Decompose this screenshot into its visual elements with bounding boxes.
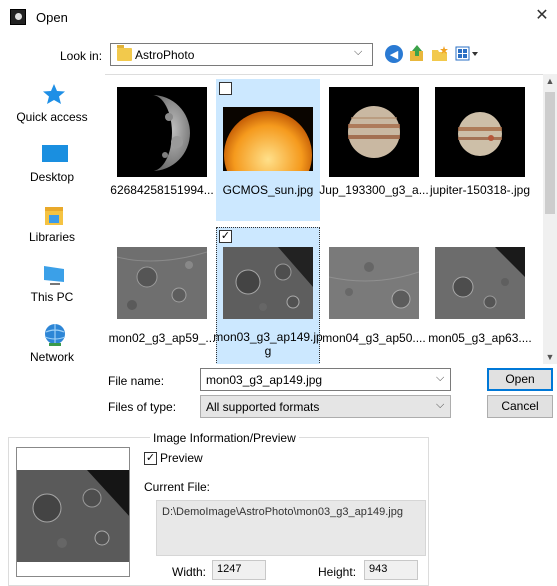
file-type-dropdown[interactable]: All supported formats ⌵ [200, 395, 451, 418]
file-tile[interactable]: mon05_g3_ap63.... [428, 227, 532, 364]
look-in-label: Look in: [60, 49, 103, 63]
window-title: Open [36, 10, 68, 25]
file-name: mon02_g3_ap59_... [108, 331, 216, 345]
cancel-button[interactable]: Cancel [487, 395, 553, 418]
file-thumbnail [223, 107, 313, 171]
current-file-box: D:\DemoImage\AstroPhoto\mon03_g3_ap149.j… [156, 500, 426, 556]
sidebar-item-label: This PC [30, 290, 74, 304]
sidebar-item-desktop[interactable]: Desktop [8, 137, 96, 197]
sidebar-item-label: Quick access [16, 110, 88, 124]
up-folder-icon[interactable] [408, 44, 426, 64]
title-bar: Open ✕ [0, 0, 557, 34]
file-name: jupiter-150318-.jpg [429, 183, 531, 197]
chevron-down-icon[interactable]: ⌵ [354, 46, 362, 59]
file-checkbox[interactable] [219, 82, 232, 95]
width-value: 1247 [212, 560, 266, 580]
file-tile[interactable]: mon02_g3_ap59_... [109, 227, 215, 364]
file-thumbnail [117, 247, 207, 319]
libraries-icon [42, 203, 66, 225]
new-folder-icon[interactable] [431, 45, 449, 63]
preview-checkbox[interactable]: ✓ [144, 452, 157, 465]
file-type-label: Files of type: [108, 400, 177, 414]
back-icon[interactable]: ◀ [385, 45, 403, 63]
look-in-value: AstroPhoto [135, 48, 195, 62]
file-thumbnail [435, 87, 525, 177]
image-info-legend: Image Information/Preview [150, 431, 299, 445]
sidebar-item-libraries[interactable]: Libraries [8, 197, 96, 257]
file-name: Jup_193300_g3_a... [319, 183, 429, 197]
sidebar-item-label: Desktop [29, 170, 75, 184]
look-in-dropdown[interactable]: AstroPhoto ⌵ [110, 43, 373, 66]
chevron-down-icon[interactable]: ⌵ [436, 399, 444, 412]
sidebar-item-this-pc[interactable]: This PC [8, 257, 96, 317]
file-checkbox-checked[interactable]: ✓ [219, 230, 232, 243]
file-name-label: File name: [108, 374, 165, 388]
file-tile[interactable]: Jup_193300_g3_a... [319, 79, 429, 221]
file-type-value: All supported formats [206, 400, 320, 414]
width-label: Width: [172, 565, 207, 579]
file-thumbnail [223, 247, 313, 319]
file-thumbnail [329, 247, 419, 319]
preview-label: Preview [160, 451, 203, 465]
preview-image [16, 447, 130, 577]
vertical-scrollbar[interactable]: ▲ ▼ [543, 74, 557, 364]
file-tile[interactable]: GCMOS_sun.jpg [216, 79, 320, 221]
file-name: mon04_g3_ap50.... [322, 331, 426, 345]
file-thumbnail [117, 87, 207, 177]
view-menu-icon[interactable] [455, 46, 479, 62]
file-name: 62684258151994... [110, 183, 214, 197]
scroll-up-icon[interactable]: ▲ [543, 74, 557, 88]
file-name: GCMOS_sun.jpg [222, 183, 314, 197]
file-tile-selected[interactable]: ✓ mon03_g3_ap149.jpg [213, 227, 323, 364]
sidebar-item-network[interactable]: Network [8, 317, 96, 377]
file-name-value: mon03_g3_ap149.jpg [206, 373, 323, 387]
scroll-down-icon[interactable]: ▼ [543, 350, 557, 364]
open-button[interactable]: Open [487, 368, 553, 391]
desktop-icon [42, 143, 68, 165]
network-icon [42, 323, 66, 346]
file-tile[interactable]: mon04_g3_ap50.... [322, 227, 426, 364]
current-file-label: Current File: [144, 480, 211, 494]
file-name: mon05_g3_ap63.... [428, 331, 532, 345]
file-list-view[interactable]: 62684258151994... GCMOS_sun.jpg Jup_1933… [105, 74, 543, 364]
file-name: mon03_g3_ap149.jpg [213, 330, 323, 358]
folder-icon [117, 45, 132, 61]
current-file-path: D:\DemoImage\AstroPhoto\mon03_g3_ap149.j… [162, 506, 403, 518]
height-label: Height: [318, 565, 357, 579]
file-name-input[interactable]: mon03_g3_ap149.jpg ⌵ [200, 368, 451, 391]
sidebar-item-label: Network [29, 350, 74, 364]
places-sidebar: Quick access Desktop Libraries This PC N… [8, 73, 96, 365]
sidebar-item-label: Libraries [28, 230, 76, 244]
file-thumbnail [329, 87, 419, 177]
quick-access-icon [42, 83, 66, 105]
app-icon [10, 9, 26, 25]
scroll-thumb[interactable] [545, 92, 555, 214]
close-button[interactable]: ✕ [530, 5, 554, 27]
chevron-down-icon[interactable]: ⌵ [436, 372, 444, 385]
height-value: 943 [364, 560, 418, 580]
file-tile[interactable]: jupiter-150318-.jpg [428, 79, 532, 221]
this-pc-icon [42, 263, 66, 285]
sidebar-item-quick-access[interactable]: Quick access [8, 77, 96, 137]
file-tile[interactable]: 62684258151994... [110, 79, 214, 221]
file-thumbnail [435, 247, 525, 319]
